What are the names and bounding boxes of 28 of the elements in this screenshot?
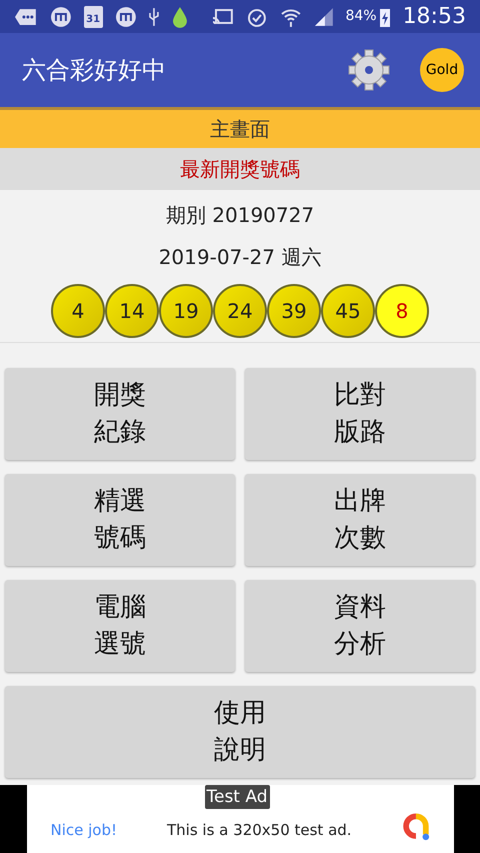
menu-button[interactable]: 比對版路 — [245, 368, 475, 460]
menu-button[interactable]: 資料分析 — [245, 580, 475, 672]
drop-icon — [172, 6, 188, 28]
ad-headline: Nice job! — [50, 820, 118, 840]
app-icon — [114, 6, 136, 28]
menu-button[interactable]: 精選號碼 — [5, 474, 235, 566]
menu-button[interactable]: 電腦選號 — [5, 580, 235, 672]
app-title: 六合彩好好中 — [22, 55, 167, 86]
message-icon — [14, 8, 38, 26]
ad-text: This is a 320x50 test ad. — [167, 820, 352, 840]
ad-tag: Test Ad — [204, 785, 270, 809]
date-text: 2019-07-27 週六 — [158, 244, 322, 271]
usb-icon — [148, 6, 160, 26]
menu-button[interactable]: 出牌次數 — [245, 474, 475, 566]
menu-button[interactable]: 開獎紀錄 — [5, 368, 235, 460]
section-title: 主畫面 — [210, 116, 270, 143]
ad-card[interactable]: Test Ad Nice job! This is a 320x50 test ad. — [26, 785, 454, 853]
latest-heading: 最新開獎號碼 — [180, 156, 300, 183]
battery-percent: 84% — [345, 7, 377, 26]
clock-time: 18:53 — [402, 3, 466, 31]
period-text: 期別 20190727 — [166, 202, 314, 229]
settings-icon[interactable] — [348, 49, 390, 91]
app-icon — [50, 6, 72, 28]
calendar-icon: 31 — [84, 6, 102, 28]
membership-badge[interactable]: Gold — [420, 48, 464, 92]
signal-icon — [314, 6, 334, 26]
cast-icon — [212, 8, 234, 26]
menu-button[interactable]: 使用說明 — [5, 686, 475, 778]
